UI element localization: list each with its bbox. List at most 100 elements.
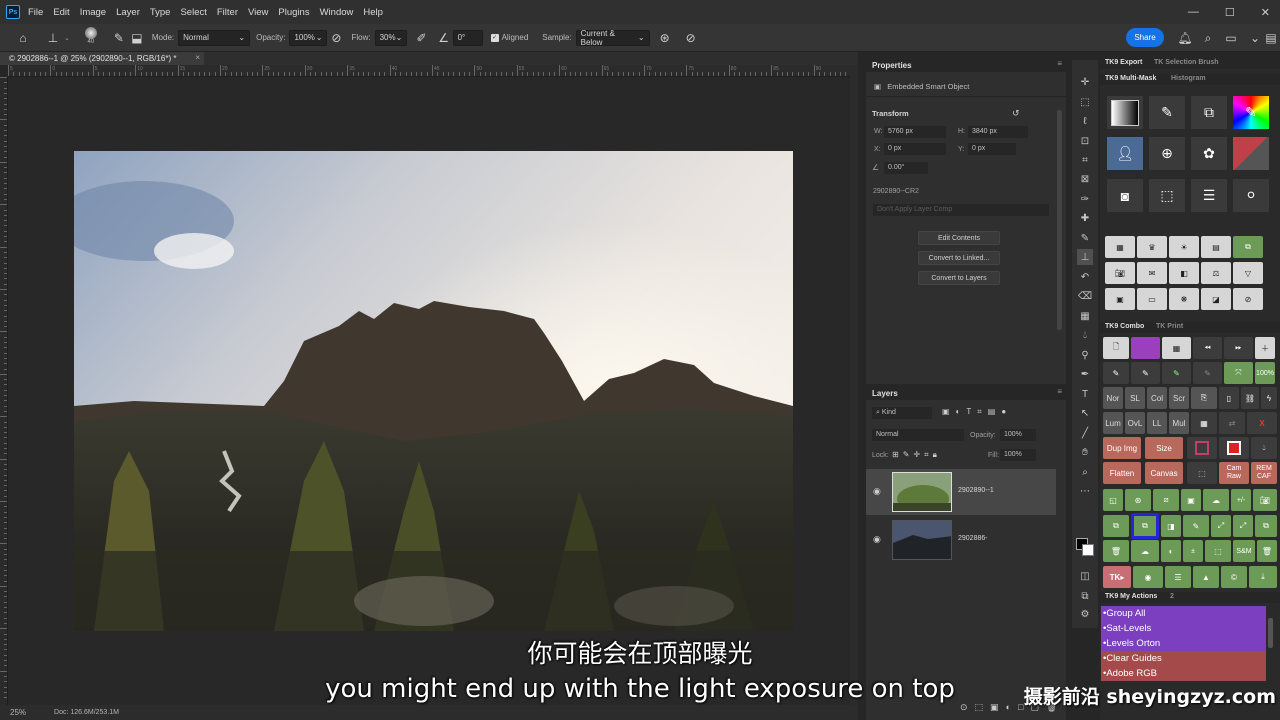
tab-tk9-export[interactable]: TK9 Export (1105, 59, 1142, 66)
pm-button[interactable]: ± (1183, 540, 1203, 562)
tk-tool-icon[interactable]: ▦ (1105, 236, 1135, 258)
zoom-100-button[interactable]: 100% (1255, 362, 1275, 384)
y-field[interactable]: 0 px (968, 143, 1016, 155)
flower-mask-icon[interactable]: ✿ (1191, 137, 1227, 170)
background-color-swatch[interactable] (1082, 544, 1094, 556)
list-icon[interactable]: ☰ (1191, 179, 1227, 212)
tk-tool-icon[interactable]: ◪ (1201, 288, 1231, 310)
rewind-icon[interactable]: ⏪︎ (1193, 337, 1222, 359)
brush-tool-icon[interactable]: ✎ (1077, 230, 1093, 246)
share-icon[interactable]: ⚙ (1077, 606, 1093, 622)
zoom-tool-icon[interactable]: ⌕ (1077, 464, 1093, 480)
clone-stamp-tool-icon[interactable]: ⊥ (1077, 249, 1093, 265)
blend-normal-button[interactable]: Nor (1103, 387, 1123, 409)
tk-tool-icon[interactable]: ⊛ (1125, 489, 1151, 511)
convert-to-layers-button[interactable]: Convert to Layers (918, 271, 1000, 285)
sample-select[interactable]: Current & Below ⌄ (575, 29, 650, 47)
panel-toggle-icon[interactable]: ▤ (1262, 29, 1280, 47)
link-icon[interactable]: ⛓ (1241, 387, 1259, 409)
menu-layer[interactable]: Layer (116, 7, 140, 18)
document-image[interactable] (74, 151, 793, 631)
pressure-size-icon[interactable]: ⊘ (682, 29, 700, 47)
tone-circles-icon[interactable]: ⚪ (1233, 179, 1269, 212)
layer-mask-icon[interactable]: ⧉ (1191, 96, 1227, 129)
tk-tool-icon[interactable]: ❋ (1169, 288, 1199, 310)
tk-tool-icon[interactable]: ◱ (1103, 489, 1123, 511)
marquee-tool-icon[interactable]: ⬚ (1077, 94, 1093, 110)
dodge-tool-icon[interactable]: ⚲ (1077, 347, 1093, 363)
purple-icon[interactable] (1131, 337, 1160, 359)
balance-icon[interactable]: ⚖ (1201, 262, 1231, 284)
new-doc-icon[interactable]: 🗋︎ (1103, 337, 1129, 359)
expand-icon[interactable]: ⤢ (1211, 515, 1231, 537)
person-mask-icon[interactable]: 👤︎ (1107, 137, 1143, 170)
bell-icon[interactable]: 🔔︎ (1176, 29, 1194, 47)
tk-tool-icon[interactable]: ⧉ (1103, 515, 1129, 537)
brush-icon[interactable]: ✎ (1193, 362, 1222, 384)
cloud-icon[interactable]: ☁ (1203, 489, 1229, 511)
tab-histogram[interactable]: Histogram (1171, 75, 1206, 82)
mask-stack-icon[interactable]: ◙ (1107, 179, 1143, 212)
tk-tool-icon[interactable]: ⧉ (1255, 515, 1277, 537)
blend-softlight-button[interactable]: SL (1125, 387, 1145, 409)
fill-field[interactable]: 100% (1000, 449, 1036, 461)
tk-menu-button[interactable]: TK ▸ (1103, 566, 1131, 588)
drop-icon[interactable]: 💧︎ (1251, 437, 1277, 459)
x-field[interactable]: 0 px (884, 143, 946, 155)
panel-menu-icon[interactable]: ≡ (1057, 387, 1062, 396)
layer-opacity-field[interactable]: 100% (1000, 429, 1036, 441)
ignore-adjustment-icon[interactable]: ⊛ (656, 29, 674, 47)
vertical-scrollbar[interactable] (850, 65, 858, 705)
search-icon[interactable]: ⌕ (1199, 29, 1217, 47)
expand-icon[interactable]: ⤢ (1233, 515, 1253, 537)
blend-color-button[interactable]: Col (1147, 387, 1167, 409)
width-field[interactable]: 5760 px (884, 126, 946, 138)
triangle-down-icon[interactable]: ▽ (1233, 262, 1263, 284)
tk-tool-icon[interactable]: ◧ (1169, 262, 1199, 284)
tk-tool-selected-icon[interactable]: ⧉ (1131, 513, 1159, 539)
selection-brush-icon[interactable]: ⬚ (1149, 179, 1185, 212)
edit-contents-button[interactable]: Edit Contents (918, 231, 1000, 245)
target-mask-icon[interactable]: ⊕ (1149, 137, 1185, 170)
canvas-button[interactable]: Canvas (1145, 462, 1183, 484)
properties-scrollbar[interactable] (1057, 110, 1062, 330)
tk-tool-icon[interactable]: ◐ (1161, 540, 1181, 562)
tab-tk9-combo[interactable]: TK9 Combo (1105, 323, 1144, 330)
fast-forward-icon[interactable]: ⏩︎ (1224, 337, 1253, 359)
frame-tool-icon[interactable]: ⊠ (1077, 171, 1093, 187)
lightning-icon[interactable]: ϟ (1261, 387, 1277, 409)
tab-tk9-multimask[interactable]: TK9 Multi-Mask (1105, 75, 1156, 82)
close-tab-icon[interactable]: × (195, 53, 200, 62)
airbrush-icon[interactable]: ✐ (413, 29, 431, 47)
close-icon[interactable]: ✕ (1261, 6, 1270, 19)
tab-tk-selection-brush[interactable]: TK Selection Brush (1154, 59, 1219, 66)
zoom-level[interactable]: 25% (10, 708, 26, 717)
tk-tool-icon[interactable]: ♛ (1137, 236, 1167, 258)
stamp-visible-icon[interactable]: ⎘ (1191, 387, 1217, 409)
film-icon[interactable]: ▤ (1201, 236, 1231, 258)
convert-to-linked-button[interactable]: Convert to Linked... (918, 251, 1000, 265)
brush-preset-picker[interactable]: 40 (80, 26, 102, 49)
tk-tool-icon[interactable]: ⧉ (1233, 236, 1263, 258)
path-select-tool-icon[interactable]: ↖ (1077, 405, 1093, 421)
maximize-icon[interactable]: ☐ (1225, 6, 1235, 19)
s-and-m-button[interactable]: S&M (1233, 540, 1255, 562)
copyright-icon[interactable]: © (1221, 566, 1247, 588)
plus-icon[interactable]: ＋ (1255, 337, 1275, 359)
brush-icon[interactable]: ✎ (1131, 362, 1160, 384)
menu-plugins[interactable]: Plugins (278, 7, 309, 18)
angle-field[interactable]: 0.00° (884, 162, 928, 174)
blend-linearlight-button[interactable]: LL (1147, 412, 1167, 434)
brush-icon[interactable]: ✎ (1103, 362, 1129, 384)
portrait-icon[interactable]: ▣ (1181, 489, 1201, 511)
visibility-eye-icon[interactable]: ◉ (873, 486, 881, 497)
healing-brush-tool-icon[interactable]: ✚ (1077, 210, 1093, 226)
trash-icon[interactable]: 🗑︎ (1257, 540, 1277, 562)
layers-icon[interactable]: ☰ (1165, 566, 1191, 588)
brush-icon[interactable]: ✎ (1162, 362, 1191, 384)
eraser-tool-icon[interactable]: ⌫ (1077, 288, 1093, 304)
trash-icon[interactable]: 🗑︎ (1103, 540, 1129, 562)
doc-info[interactable]: Doc: 126.6M/253.1M (54, 709, 119, 716)
camera-icon[interactable]: 📷︎ (1105, 262, 1135, 284)
menu-view[interactable]: View (248, 7, 268, 18)
